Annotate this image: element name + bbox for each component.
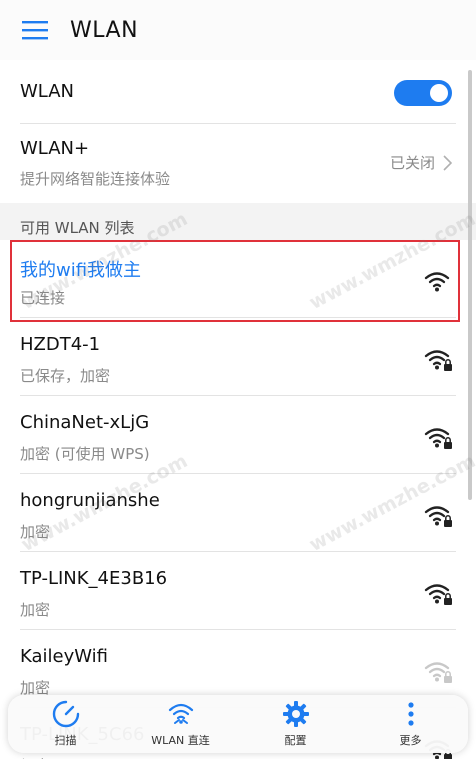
more-icon: [407, 702, 414, 726]
more-label: 更多: [399, 734, 422, 747]
available-networks-header: 可用 WLAN 列表: [0, 203, 476, 240]
wifi-locked-icon: [424, 584, 452, 605]
wlan-plus-label: WLAN+: [20, 138, 90, 159]
page-title: WLAN: [70, 17, 139, 43]
section-title: 可用 WLAN 列表: [20, 219, 135, 237]
switch-knob: [430, 84, 448, 102]
wifi-locked-icon: [424, 506, 452, 527]
network-status: 已保存，加密: [20, 367, 111, 385]
configure-button[interactable]: 配置: [238, 695, 353, 753]
scan-button[interactable]: 扫描: [8, 695, 123, 753]
wlan-toggle-label: WLAN: [20, 81, 75, 102]
scan-icon: [52, 700, 79, 728]
wlan-switch[interactable]: [394, 80, 452, 106]
wlan-toggle-row[interactable]: WLAN: [0, 60, 476, 124]
network-name: TP-LINK_4E3B16: [20, 568, 168, 589]
wlan-plus-status-text: 已关闭: [389, 154, 435, 172]
chevron-right-icon: [443, 154, 452, 171]
bottom-action-bar: 扫描 WLAN 直连 配置 更多: [8, 695, 468, 753]
scan-label: 扫描: [54, 734, 77, 747]
wifi-locked-icon: [424, 428, 452, 449]
app-header: WLAN: [0, 0, 476, 60]
network-status: 加密 (可使用 WPS): [20, 445, 150, 463]
wlan-plus-row[interactable]: WLAN+ 提升网络智能连接体验 已关闭: [0, 124, 476, 203]
network-row[interactable]: TP-LINK_4E3B16 加密: [0, 552, 476, 630]
configure-label: 配置: [284, 734, 307, 747]
more-button[interactable]: 更多: [353, 695, 468, 753]
network-status: 加密: [20, 601, 51, 619]
wifi-locked-icon: [424, 662, 452, 683]
scrollbar[interactable]: [468, 70, 472, 500]
wlan-plus-status: 已关闭: [390, 152, 452, 173]
network-name: HZDT4-1: [20, 334, 101, 355]
network-name: ChinaNet-xLjG: [20, 412, 150, 433]
wifi-direct-label: WLAN 直连: [151, 734, 210, 747]
network-name: KaileyWifi: [20, 646, 108, 667]
menu-button[interactable]: [0, 0, 70, 60]
wlan-plus-subtitle: 提升网络智能连接体验: [20, 170, 171, 188]
gear-icon: [282, 701, 309, 727]
network-row[interactable]: ChinaNet-xLjG 加密 (可使用 WPS): [0, 396, 476, 474]
hamburger-icon: [22, 21, 48, 40]
network-row[interactable]: HZDT4-1 已保存，加密: [0, 318, 476, 396]
wifi-locked-icon: [424, 350, 452, 371]
network-status: 加密: [20, 755, 50, 759]
wifi-direct-button[interactable]: WLAN 直连: [123, 695, 238, 753]
wifi-direct-icon: [168, 703, 193, 724]
